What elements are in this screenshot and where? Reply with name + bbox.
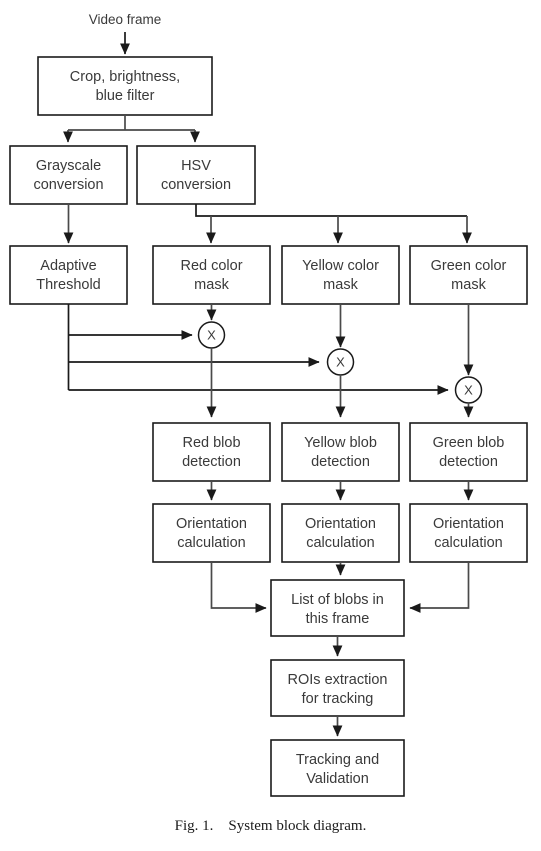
box-green-color-mask: Green color mask [409, 245, 528, 305]
box-red-color-mask: Red color mask [152, 245, 271, 305]
box-roi-line1: ROIs extraction [288, 672, 388, 688]
box-orientation-yellow: Orientation calculation [281, 503, 400, 563]
node-multiply-yellow: X [326, 348, 355, 376]
box-preprocess: Crop, brightness, blue filter [37, 56, 213, 116]
box-red-blob-line1: Red blob [182, 435, 240, 451]
box-orientation-green: Orientation calculation [409, 503, 528, 563]
box-green-blob-line2: detection [439, 454, 498, 470]
edge-orientation-red-to-list [210, 562, 267, 613]
edge-preprocess-split [68, 115, 195, 131]
box-hsv-line1: HSV [181, 158, 211, 174]
node-multiply-green: X [454, 376, 483, 404]
box-roi-line2: for tracking [302, 691, 374, 707]
node-multiply-green-symbol: X [464, 382, 473, 397]
box-yellow-blob-line2: detection [311, 454, 370, 470]
box-tracking-line2: Validation [306, 771, 369, 787]
diagram-canvas: Video frame Crop, brightness, blue filte… [9, 12, 528, 797]
node-multiply-red-symbol: X [207, 327, 216, 342]
box-tracking-line1: Tracking and [296, 752, 379, 768]
box-blob-list-line2: this frame [306, 611, 370, 627]
box-red-mask-line2: mask [194, 277, 229, 293]
box-hsv-conversion: HSV conversion [136, 145, 256, 205]
box-blob-list: List of blobs in this frame [270, 579, 405, 637]
box-red-mask-line1: Red color [180, 258, 242, 274]
edge-orientation-green-to-list [409, 562, 470, 613]
input-label: Video frame [89, 12, 162, 27]
box-tracking-validation: Tracking and Validation [270, 739, 405, 797]
box-yellow-color-mask: Yellow color mask [281, 245, 400, 305]
box-orientation-red-line2: calculation [177, 535, 246, 551]
box-preprocess-line1: Crop, brightness, [70, 69, 180, 85]
node-multiply-red: X [197, 321, 226, 349]
box-grayscale-conversion: Grayscale conversion [9, 145, 128, 205]
box-green-blob-line1: Green blob [433, 435, 505, 451]
box-grayscale-line1: Grayscale [36, 158, 101, 174]
box-roi-extraction: ROIs extraction for tracking [270, 659, 405, 717]
node-multiply-yellow-symbol: X [336, 354, 345, 369]
box-preprocess-line2: blue filter [96, 88, 155, 104]
box-orientation-red-line1: Orientation [176, 516, 247, 532]
box-adaptive-threshold-line2: Threshold [36, 277, 100, 293]
box-red-blob-detection: Red blob detection [152, 422, 271, 482]
box-orientation-yellow-line1: Orientation [305, 516, 376, 532]
box-yellow-blob-detection: Yellow blob detection [281, 422, 400, 482]
box-hsv-line2: conversion [161, 177, 231, 193]
box-yellow-mask-line1: Yellow color [302, 258, 379, 274]
box-blob-list-line1: List of blobs in [291, 592, 384, 608]
box-green-mask-line1: Green color [431, 258, 507, 274]
box-grayscale-line2: conversion [33, 177, 103, 193]
box-yellow-mask-line2: mask [323, 277, 358, 293]
box-green-blob-detection: Green blob detection [409, 422, 528, 482]
box-adaptive-threshold-line1: Adaptive [40, 258, 96, 274]
box-orientation-green-line1: Orientation [433, 516, 504, 532]
box-green-mask-line2: mask [451, 277, 486, 293]
box-orientation-green-line2: calculation [434, 535, 503, 551]
figure-caption: Fig. 1. System block diagram. [174, 818, 367, 834]
edge-hsv-bus [195, 204, 467, 217]
box-yellow-blob-line1: Yellow blob [304, 435, 377, 451]
box-adaptive-threshold: Adaptive Threshold [9, 245, 128, 305]
box-orientation-red: Orientation calculation [152, 503, 271, 563]
box-red-blob-line2: detection [182, 454, 241, 470]
system-block-diagram-figure: Video frame Crop, brightness, blue filte… [0, 0, 541, 851]
box-orientation-yellow-line2: calculation [306, 535, 375, 551]
